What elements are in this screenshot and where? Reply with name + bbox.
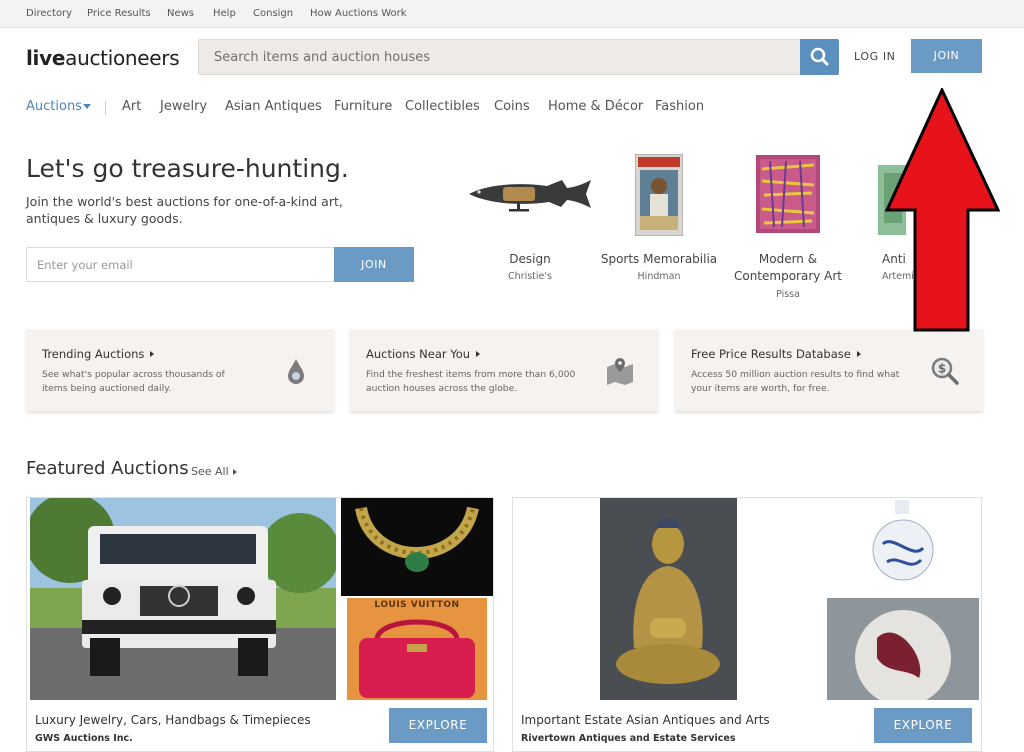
magnifier-dollar-icon: $ xyxy=(931,357,959,385)
category-title[interactable]: Design xyxy=(490,251,570,268)
auctions-near-you-card[interactable]: Auctions Near You Find the freshest item… xyxy=(350,329,658,411)
category-title[interactable]: Modern & Contemporary Art xyxy=(733,251,843,285)
card-description: Access 50 million auction results to fin… xyxy=(691,369,900,394)
card-title: Auctions Near You xyxy=(366,347,481,361)
search-icon xyxy=(810,47,829,66)
map-pin-icon xyxy=(607,358,633,385)
email-field-wrapper xyxy=(26,247,335,282)
red-arrow-annotation xyxy=(885,88,1000,332)
svg-text:$: $ xyxy=(938,362,946,376)
card-title: Trending Auctions xyxy=(42,347,155,361)
handbag-photo: LOUIS VUITTON xyxy=(347,598,487,700)
auction-title[interactable]: Important Estate Asian Antiques and Arts xyxy=(521,713,770,727)
auction-house-name[interactable]: Rivertown Antiques and Estate Services xyxy=(521,733,736,744)
link-news[interactable]: News xyxy=(167,8,194,19)
chevron-right-icon xyxy=(232,469,237,475)
search-bar xyxy=(198,39,838,75)
nav-item-asian-antiques[interactable]: Asian Antiques xyxy=(225,99,322,114)
logo-text: auctioneers xyxy=(65,46,180,70)
see-all-label: See All xyxy=(191,465,229,478)
link-consign[interactable]: Consign xyxy=(253,8,293,19)
login-link[interactable]: LOG IN xyxy=(854,50,896,63)
nav-item-collectibles[interactable]: Collectibles xyxy=(405,99,480,114)
card-title: Free Price Results Database xyxy=(691,347,861,361)
chevron-right-icon xyxy=(856,351,861,357)
featured-auctions-heading: Featured Auctions xyxy=(26,458,189,479)
baseball-card-image[interactable] xyxy=(635,154,683,236)
category-house: Hindman xyxy=(637,271,681,282)
nav-divider xyxy=(105,101,106,115)
chevron-down-icon[interactable] xyxy=(83,104,91,109)
category-title[interactable]: Sports Memorabilia xyxy=(599,251,719,268)
necklace-photo xyxy=(341,498,493,596)
join-button-header[interactable]: JOIN xyxy=(911,39,982,73)
see-all-link[interactable]: See All xyxy=(191,465,237,478)
category-house: Christie's xyxy=(508,271,552,282)
logo-bold-text: live xyxy=(26,46,66,70)
nav-item-coins[interactable]: Coins xyxy=(494,99,530,114)
nav-item-home-decor[interactable]: Home & Décor xyxy=(548,99,643,114)
card-description: Find the freshest items from more than 6… xyxy=(366,369,576,394)
category-house: Pissa xyxy=(776,289,800,300)
chevron-right-icon xyxy=(476,351,481,357)
nav-item-fashion[interactable]: Fashion xyxy=(655,99,704,114)
hero-subtitle: Join the world's best auctions for one-o… xyxy=(26,194,343,226)
explore-button[interactable]: EXPLORE xyxy=(874,708,972,743)
card-title-text: Free Price Results Database xyxy=(691,347,851,361)
hero-title: Let's go treasure-hunting. xyxy=(26,154,349,183)
utility-bar: Directory Price Results News Help Consig… xyxy=(0,0,1024,28)
porcelain-plate-photo xyxy=(827,598,979,700)
card-description: See what's popular across thousands of i… xyxy=(42,369,225,394)
search-input[interactable] xyxy=(199,40,799,74)
nav-auctions-dropdown[interactable]: Auctions xyxy=(26,99,82,114)
buddha-photo xyxy=(600,498,737,700)
email-field[interactable] xyxy=(27,248,334,281)
auction-title[interactable]: Luxury Jewelry, Cars, Handbags & Timepie… xyxy=(35,713,311,727)
modern-art-painting-image[interactable] xyxy=(756,155,820,233)
nav-item-art[interactable]: Art xyxy=(122,99,141,114)
site-logo[interactable]: liveauctioneers xyxy=(26,46,180,70)
join-button-hero[interactable]: JOIN xyxy=(334,247,414,282)
nav-item-jewelry[interactable]: Jewelry xyxy=(160,99,207,114)
card-title-text: Auctions Near You xyxy=(366,347,471,361)
porcelain-flask-photo xyxy=(869,498,937,596)
link-price-results[interactable]: Price Results xyxy=(87,8,151,19)
card-title-text: Trending Auctions xyxy=(42,347,145,361)
fish-sculpture-image[interactable] xyxy=(467,176,593,214)
drop-icon xyxy=(288,359,304,384)
link-directory[interactable]: Directory xyxy=(26,8,72,19)
price-results-database-card[interactable]: Free Price Results Database Access 50 mi… xyxy=(675,329,983,411)
nav-item-furniture[interactable]: Furniture xyxy=(334,99,392,114)
chevron-right-icon xyxy=(150,351,155,357)
explore-button[interactable]: EXPLORE xyxy=(389,708,487,743)
trending-auctions-card[interactable]: Trending Auctions See what's popular acr… xyxy=(26,329,334,411)
link-how-auctions-work[interactable]: How Auctions Work xyxy=(310,8,407,19)
link-help[interactable]: Help xyxy=(213,8,236,19)
search-button[interactable] xyxy=(800,39,839,75)
car-photo xyxy=(30,498,336,700)
auction-house-name[interactable]: GWS Auctions Inc. xyxy=(35,733,133,744)
